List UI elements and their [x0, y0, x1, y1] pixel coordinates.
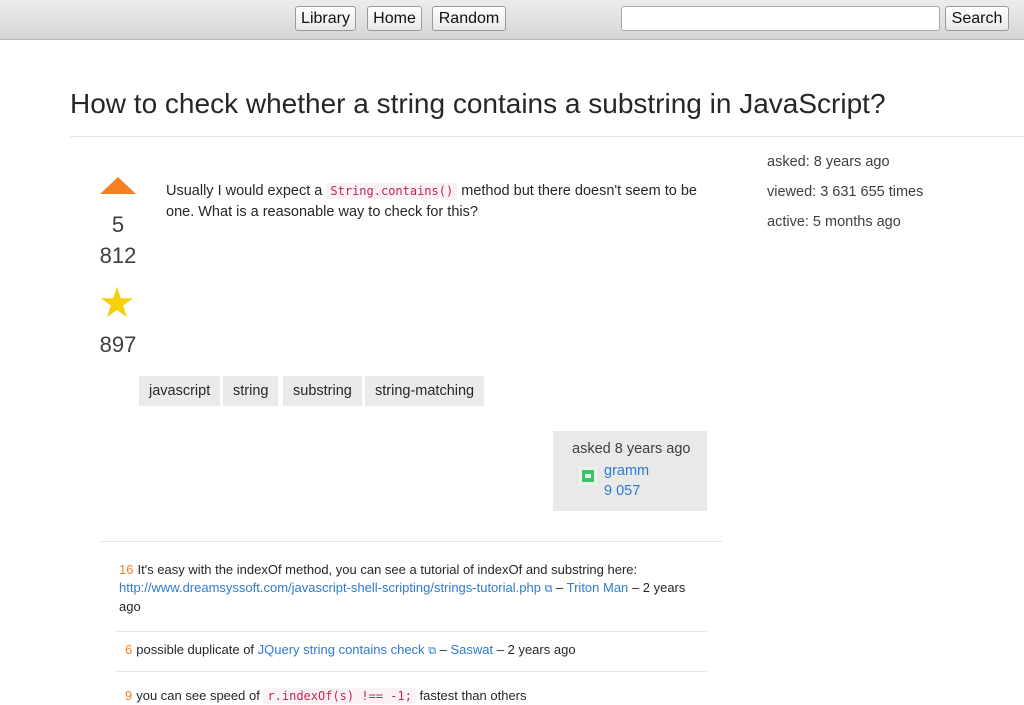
comment-item: 16 It's easy with the indexOf method, you…	[119, 561, 707, 616]
comment-author-link[interactable]: Saswat	[451, 642, 494, 657]
home-button[interactable]: Home	[367, 6, 422, 31]
view-count: viewed: 3 631 655 times	[767, 184, 924, 200]
comment-author-link[interactable]: Triton Man	[567, 580, 629, 595]
comment-item: 6 possible duplicate of JQuery string con…	[125, 641, 713, 660]
tag-string[interactable]: string	[223, 376, 279, 406]
tag-substring[interactable]: substring	[283, 376, 362, 406]
star-icon[interactable]: ★	[97, 282, 137, 324]
comment-time: – 2 years ago	[493, 642, 576, 657]
asked-date: asked: 8 years ago	[767, 154, 890, 170]
comment-score: 16	[119, 562, 134, 577]
comment-divider	[115, 671, 707, 672]
comment-dash: –	[552, 580, 567, 595]
question-owner-card: asked 8 years ago gramm 9 057	[553, 431, 707, 511]
comment-link[interactable]: http://www.dreamsyssoft.com/javascript-s…	[119, 580, 541, 595]
arrow-up-icon[interactable]	[100, 177, 136, 194]
comment-item: 9 you can see speed of r.indexOf(s) !== -…	[125, 687, 713, 705]
tag-javascript[interactable]: javascript	[139, 376, 221, 406]
external-link-icon: ⧉	[428, 645, 437, 657]
comment-divider	[115, 631, 707, 632]
vote-count-line1: 5	[111, 212, 125, 237]
comment-link[interactable]: JQuery string contains check	[258, 642, 425, 657]
inline-code: String.contains()	[326, 183, 458, 199]
identicon-avatar[interactable]	[579, 467, 597, 485]
search-input[interactable]	[621, 6, 940, 31]
inline-code: r.indexOf(s) !== -1;	[263, 688, 416, 704]
title-divider	[70, 136, 1024, 137]
search-button[interactable]: Search	[945, 6, 1009, 31]
owner-reputation: 9 057	[604, 483, 641, 499]
random-button[interactable]: Random	[432, 6, 506, 31]
library-button[interactable]: Library	[295, 6, 356, 31]
favorite-count: 897	[99, 332, 137, 357]
question-text-start: Usually I would expect a	[166, 183, 327, 199]
comment-dash: –	[436, 642, 451, 657]
active-date: active: 5 months ago	[767, 214, 901, 230]
vote-count-line2: 812	[99, 243, 137, 268]
comment-text: possible duplicate of	[136, 642, 258, 657]
owner-name-link[interactable]: gramm	[604, 463, 649, 479]
question-title: How to check whether a string contains a…	[70, 88, 886, 119]
comment-text: It's easy with the indexOf method, you c…	[137, 562, 638, 577]
top-navigation-bar: Library Home Random Search	[0, 0, 1024, 40]
tag-string-matching[interactable]: string-matching	[365, 376, 485, 406]
comment-score: 6	[125, 642, 133, 657]
comments-divider	[100, 541, 722, 542]
question-body: Usually I would expect a String.contains…	[166, 181, 706, 223]
owner-asked-time: asked 8 years ago	[572, 441, 691, 457]
